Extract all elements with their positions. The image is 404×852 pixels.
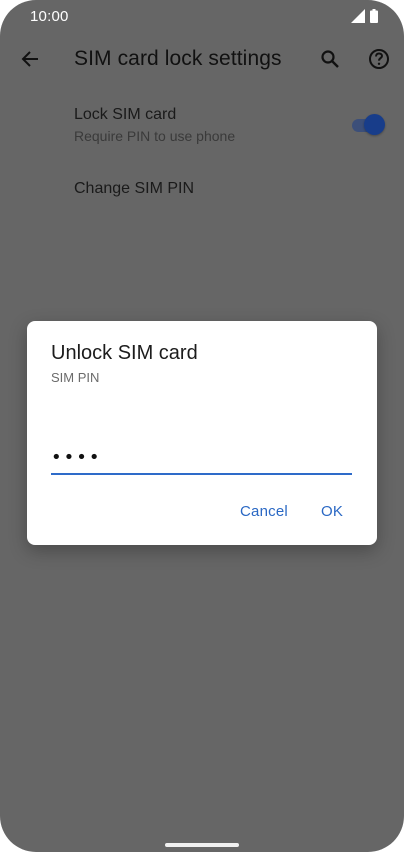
dialog-title: Unlock SIM card: [51, 342, 198, 364]
battery-icon: [370, 9, 378, 23]
phone-screen: 10:00 SIM card lock settings Lock SIM ca…: [0, 0, 404, 852]
cancel-button[interactable]: Cancel: [240, 503, 288, 520]
page-title: SIM card lock settings: [74, 47, 282, 70]
sim-pin-input[interactable]: [51, 441, 352, 475]
lock-sim-card-toggle[interactable]: [350, 114, 386, 136]
cellular-signal-icon: [351, 9, 365, 23]
home-indicator[interactable]: [165, 843, 239, 847]
change-sim-pin-title: Change SIM PIN: [74, 180, 195, 197]
status-time: 10:00: [30, 8, 69, 25]
change-sim-pin-item[interactable]: Change SIM PIN: [0, 166, 404, 216]
unlock-sim-dialog: Unlock SIM card SIM PIN Cancel OK: [27, 321, 377, 545]
search-icon: [320, 49, 340, 74]
ok-button[interactable]: OK: [321, 503, 343, 520]
help-icon: [368, 48, 390, 75]
lock-sim-card-summary: Require PIN to use phone: [74, 128, 236, 144]
app-bar: SIM card lock settings: [0, 34, 404, 88]
help-button[interactable]: [363, 45, 395, 77]
lock-sim-card-item[interactable]: Lock SIM card Require PIN to use phone: [0, 96, 404, 156]
status-icons: [351, 9, 378, 23]
search-button[interactable]: [314, 45, 346, 77]
status-bar: 10:00: [0, 0, 404, 34]
toggle-thumb: [364, 114, 385, 135]
arrow-back-icon: [20, 49, 40, 74]
back-button[interactable]: [14, 45, 46, 77]
lock-sim-card-title: Lock SIM card: [74, 106, 177, 123]
dialog-subtitle: SIM PIN: [51, 370, 100, 385]
